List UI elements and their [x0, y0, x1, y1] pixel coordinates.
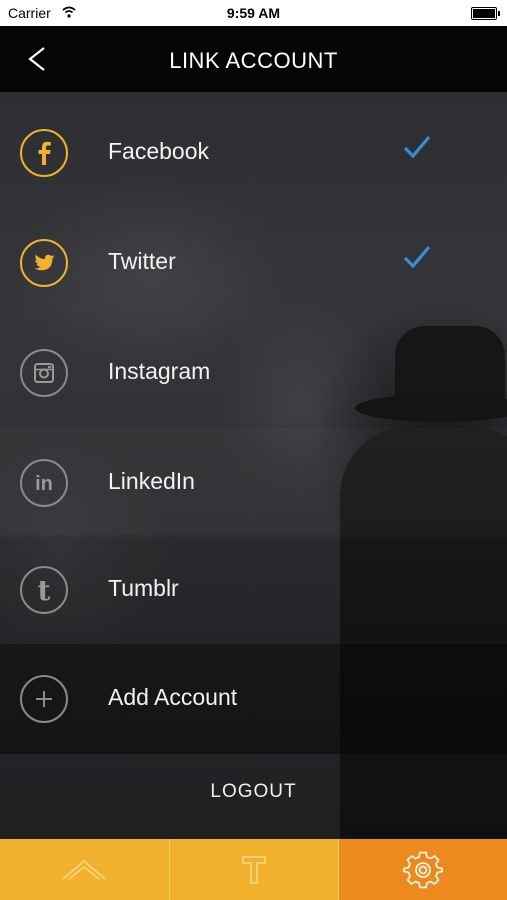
account-label: Tumblr	[108, 575, 179, 601]
tumblr-icon: t	[20, 566, 68, 614]
instagram-icon	[20, 349, 68, 397]
plus-icon	[20, 675, 68, 723]
tab-t[interactable]	[169, 839, 340, 900]
account-row-instagram[interactable]: Instagram	[0, 318, 507, 428]
checkmark-icon	[403, 135, 431, 159]
nav-bar: LINK ACCOUNT	[0, 26, 507, 92]
account-row-twitter[interactable]: Twitter	[0, 208, 507, 318]
account-label: Instagram	[108, 358, 211, 384]
status-time: 9:59 AM	[226, 5, 281, 21]
home-icon	[62, 859, 106, 880]
battery-icon	[471, 7, 500, 20]
account-label: Add Account	[108, 684, 238, 710]
svg-text:t: t	[38, 574, 51, 607]
twitter-icon	[20, 239, 68, 287]
account-row-facebook[interactable]: Facebook	[0, 98, 507, 208]
status-bar: Carrier 9:59 AM	[0, 0, 507, 26]
svg-text:in: in	[35, 473, 53, 495]
account-row-linkedin[interactable]: in LinkedIn	[0, 428, 507, 538]
account-label: Facebook	[108, 138, 210, 164]
gear-icon	[403, 851, 443, 888]
tab-bar	[0, 839, 507, 900]
account-label: LinkedIn	[108, 468, 195, 494]
account-label: Twitter	[108, 248, 176, 274]
facebook-icon	[20, 129, 68, 177]
tab-settings[interactable]	[339, 839, 507, 900]
add-account-row[interactable]: Add Account	[0, 644, 507, 754]
checkmark-icon	[403, 245, 431, 269]
page-title: LINK ACCOUNT	[169, 48, 338, 73]
linkedin-icon: in	[20, 459, 68, 507]
logout-button[interactable]: LOGOUT	[0, 781, 507, 803]
tab-home[interactable]	[0, 839, 170, 900]
t-icon	[242, 855, 266, 884]
account-row-tumblr[interactable]: t Tumblr	[0, 535, 507, 645]
